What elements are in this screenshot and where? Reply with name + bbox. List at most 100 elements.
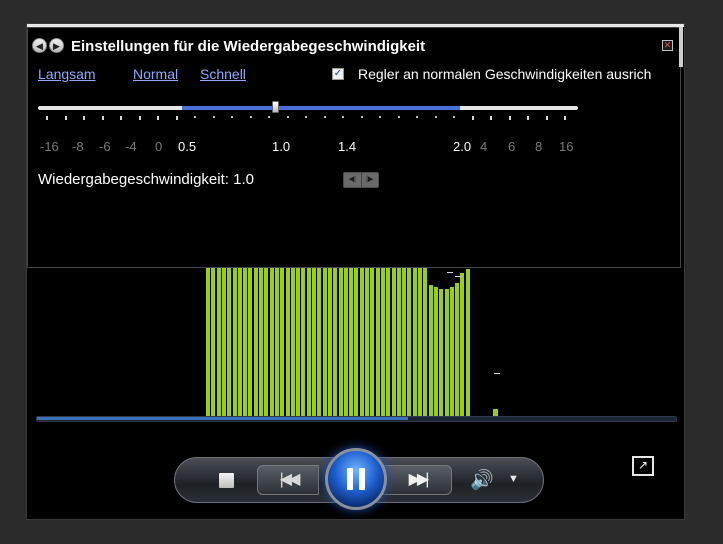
spectrum-bar <box>259 267 263 417</box>
speed-tick-mark <box>361 116 363 118</box>
spectrum-bar <box>338 267 343 417</box>
speed-tick-mark <box>231 116 233 118</box>
next-button[interactable]: ▶▶| <box>382 465 452 495</box>
spectrum-bar <box>460 273 465 417</box>
volume-icon[interactable]: 🔊 <box>470 468 494 492</box>
speed-tick-mark <box>564 116 566 120</box>
spectrum-bar <box>380 267 385 417</box>
stop-button[interactable] <box>219 473 234 488</box>
speed-link-normal[interactable]: Normal <box>133 66 178 82</box>
spectrum-bar <box>407 267 412 417</box>
spectrum-peak <box>494 373 500 374</box>
spectrum-bar <box>227 267 232 417</box>
speed-tick-mark <box>472 116 474 120</box>
speed-tick-mark <box>379 116 381 118</box>
spectrum-bar <box>221 267 226 417</box>
speed-tick-mark <box>268 116 270 118</box>
forward-arrow-icon[interactable]: ▶ <box>49 38 64 53</box>
spectrum-bar <box>248 267 253 417</box>
pause-icon <box>347 468 353 490</box>
speed-tick-mark <box>398 116 400 118</box>
spectrum-bar <box>359 267 364 417</box>
snap-to-normal-checkbox[interactable]: ✓ <box>332 68 344 80</box>
speed-tick-mark <box>46 116 48 120</box>
speed-tick-mark <box>527 116 529 120</box>
spectrum-bar <box>317 267 322 417</box>
speed-tick-label: 6 <box>508 139 516 154</box>
spectrum-bar <box>396 267 401 417</box>
playback-speed-dialog: ◀ ▶ Einstellungen für die Wiedergabegesc… <box>27 27 681 268</box>
spectrum-bar <box>444 289 449 417</box>
spectrum-bar <box>306 267 311 417</box>
spectrum-bar <box>412 267 417 417</box>
spectrum-bar <box>439 289 444 417</box>
step-forward-button[interactable]: |▶ <box>360 173 379 187</box>
speed-slider-normal-range <box>182 106 460 110</box>
speed-tick-mark <box>342 116 344 118</box>
speed-tick-mark <box>435 116 437 118</box>
spectrum-bar <box>391 267 396 417</box>
speed-tick-mark <box>305 116 307 118</box>
back-arrow-icon[interactable]: ◀ <box>32 38 47 53</box>
spectrum-bar <box>365 267 369 417</box>
spectrum-bar <box>349 267 354 417</box>
spectrum-bar <box>322 267 327 417</box>
speed-tick-mark <box>509 116 511 120</box>
speed-slider-thumb[interactable] <box>272 101 279 113</box>
spectrum-bar <box>285 267 290 417</box>
audio-visualization <box>27 267 684 417</box>
speed-tick-mark <box>213 116 215 118</box>
speed-tick-label: 8 <box>535 139 543 154</box>
speed-tick-label: 0.5 <box>178 139 197 154</box>
spectrum-bar <box>455 283 460 417</box>
spectrum-bar <box>237 267 242 417</box>
spectrum-bar <box>312 267 316 417</box>
spectrum-bar <box>402 267 407 417</box>
speed-link-slow[interactable]: Langsam <box>38 66 96 82</box>
spectrum-bar <box>274 267 279 417</box>
speed-tick-mark <box>490 116 492 120</box>
speed-tick-label: 1.4 <box>338 139 357 154</box>
speed-tick-mark <box>157 116 159 120</box>
speed-tick-mark <box>65 116 67 120</box>
frame-step-controls: ◀| |▶ <box>343 172 379 188</box>
speed-tick-mark <box>453 116 455 118</box>
speed-tick-mark <box>250 116 252 118</box>
speed-tick-label: 4 <box>480 139 488 154</box>
spectrum-bar <box>333 267 338 417</box>
speed-tick-mark <box>120 116 122 120</box>
close-icon[interactable]: ✕ <box>662 40 673 51</box>
speed-link-fast[interactable]: Schnell <box>200 66 246 82</box>
speed-readout: Wiedergabegeschwindigkeit: 1.0 <box>38 171 254 188</box>
spectrum-bar <box>253 267 258 417</box>
spectrum-bar <box>370 267 375 417</box>
switch-to-library-icon[interactable]: ↗ <box>632 456 654 476</box>
speed-tick-label: -6 <box>99 139 111 154</box>
spectrum-bar <box>211 267 216 417</box>
spectrum-bar <box>449 287 454 417</box>
spectrum-bar <box>269 267 274 417</box>
spectrum-bar <box>433 287 438 417</box>
speed-tick-mark <box>102 116 104 120</box>
spectrum-peak <box>447 272 453 273</box>
spectrum-bar <box>206 267 210 417</box>
spectrum-bar <box>232 267 237 417</box>
speed-tick-label: 2.0 <box>453 139 472 154</box>
spectrum-bar <box>418 267 422 417</box>
pause-button[interactable] <box>325 448 387 510</box>
spectrum-bar <box>465 269 470 417</box>
speed-tick-mark <box>416 116 418 118</box>
dialog-scrollbar[interactable] <box>679 27 683 67</box>
spectrum-bar <box>216 267 221 417</box>
step-back-button[interactable]: ◀| <box>344 173 361 187</box>
speed-tick-mark <box>139 116 141 120</box>
chevron-down-icon[interactable]: ▼ <box>508 473 519 485</box>
spectrum-bar <box>343 267 348 417</box>
speed-tick-mark <box>324 116 326 118</box>
previous-button[interactable]: |◀◀ <box>257 465 319 495</box>
spectrum-bar <box>301 267 306 417</box>
spectrum-bar <box>375 267 380 417</box>
seek-bar-progress <box>37 417 408 420</box>
snap-to-normal-label: Regler an normalen Geschwindigkeiten aus… <box>358 66 652 82</box>
pause-icon-bar <box>359 468 365 490</box>
